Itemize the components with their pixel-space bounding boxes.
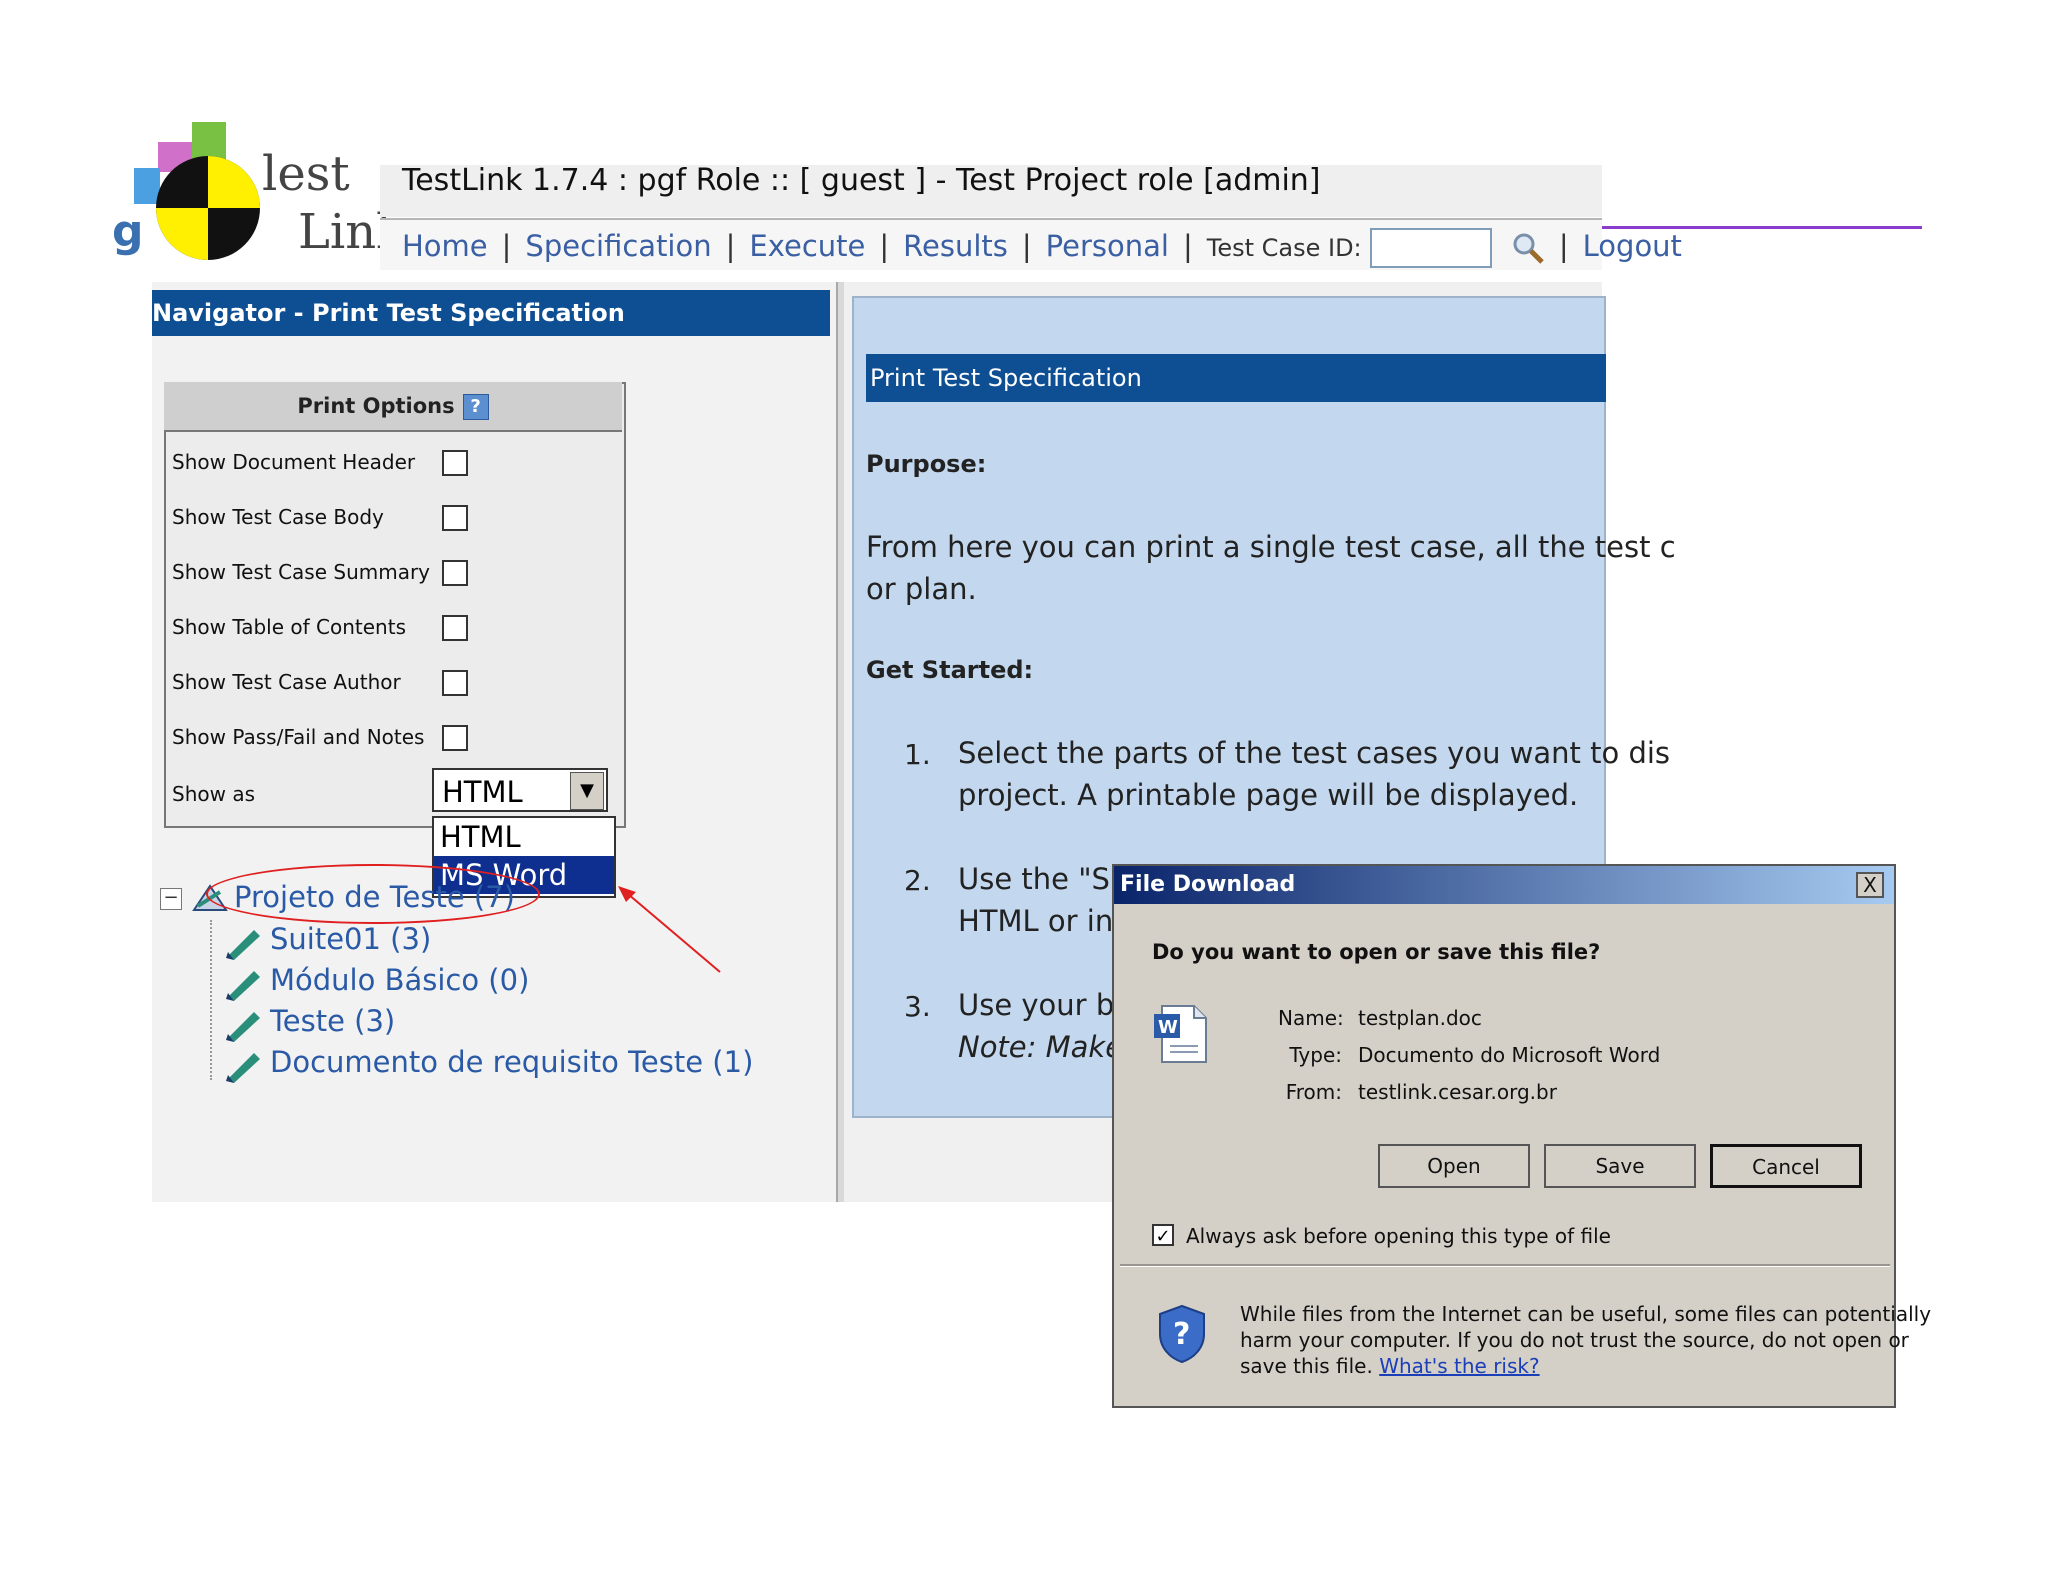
security-shield-icon: ? xyxy=(1159,1304,1205,1364)
dialog-question: Do you want to open or save this file? xyxy=(1152,940,1601,964)
option-label: Show Test Case Author xyxy=(172,670,401,694)
step-number: 2. xyxy=(904,864,931,897)
logo-text-test: lest xyxy=(262,146,350,202)
suite-icon xyxy=(226,1053,260,1083)
cancel-button[interactable]: Cancel xyxy=(1710,1144,1862,1188)
accent-line xyxy=(1602,226,1922,229)
option-label: Show Pass/Fail and Notes xyxy=(172,725,425,749)
svg-text:?: ? xyxy=(1173,1317,1190,1352)
annotation-ellipse xyxy=(206,864,540,924)
show-as-label: Show as xyxy=(172,782,255,806)
option-show-document-header: Show Document Header xyxy=(172,442,612,482)
show-table-of-contents-checkbox[interactable] xyxy=(442,615,468,641)
get-started-label: Get Started: xyxy=(866,656,1034,684)
show-test-case-summary-checkbox[interactable] xyxy=(442,560,468,586)
show-as-value: HTML xyxy=(442,775,523,809)
name-label: Name: xyxy=(1278,1006,1344,1030)
tree-item-documento-requisito[interactable]: Documento de requisito Teste (1) xyxy=(270,1045,753,1079)
show-as-select[interactable]: HTML ▼ xyxy=(432,768,608,812)
step-number: 1. xyxy=(904,738,931,771)
name-value: testplan.doc xyxy=(1358,1006,1482,1030)
print-options-title: Print Options xyxy=(297,394,455,418)
type-label: Type: xyxy=(1289,1043,1342,1067)
whats-the-risk-link[interactable]: What's the risk? xyxy=(1379,1354,1539,1378)
nav-results[interactable]: Results xyxy=(903,229,1008,263)
dropdown-option-html[interactable]: HTML xyxy=(434,818,614,856)
option-label: Show Test Case Body xyxy=(172,505,384,529)
warning-line2: harm your computer. If you do not trust … xyxy=(1240,1328,1909,1352)
dialog-title: File Download xyxy=(1120,872,1296,897)
option-label: Show Test Case Summary xyxy=(172,560,431,584)
warning-line1: While files from the Internet can be use… xyxy=(1240,1302,1932,1326)
svg-text:g: g xyxy=(112,206,144,257)
option-label: Show Document Header xyxy=(172,450,416,474)
save-button[interactable]: Save xyxy=(1544,1144,1696,1188)
purpose-label: Purpose: xyxy=(866,450,987,478)
suite-icon xyxy=(226,930,260,960)
option-show-test-case-author: Show Test Case Author xyxy=(172,662,612,702)
always-ask-label: Always ask before opening this type of f… xyxy=(1186,1224,1611,1248)
show-test-case-body-checkbox[interactable] xyxy=(442,505,468,531)
option-show-pass-fail-notes: Show Pass/Fail and Notes xyxy=(172,717,612,757)
suite-icon xyxy=(226,1012,260,1042)
dialog-separator xyxy=(1120,1264,1890,1267)
navigator-header: Navigator - Print Test Specification xyxy=(152,290,830,336)
tree-collapse-toggle[interactable]: − xyxy=(160,888,182,910)
option-show-test-case-summary: Show Test Case Summary xyxy=(172,552,612,592)
tree-item-modulo-basico[interactable]: Módulo Básico (0) xyxy=(270,963,529,997)
from-value: testlink.cesar.org.br xyxy=(1358,1080,1557,1104)
tree-item-suite01[interactable]: Suite01 (3) xyxy=(270,922,431,956)
step-2-line1: Use the "Sh xyxy=(958,862,1129,896)
search-icon[interactable] xyxy=(1511,231,1545,265)
step-3-line2: Note: Make xyxy=(958,1030,1124,1064)
option-label: Show Table of Contents xyxy=(172,615,406,639)
suite-icon xyxy=(226,971,260,1001)
content-header: Print Test Specification xyxy=(866,354,1606,402)
step-number: 3. xyxy=(904,990,931,1023)
show-pass-fail-notes-checkbox[interactable] xyxy=(442,725,468,751)
show-test-case-author-checkbox[interactable] xyxy=(442,670,468,696)
chevron-down-icon[interactable]: ▼ xyxy=(570,772,604,810)
frame-divider[interactable] xyxy=(836,282,844,1202)
annotation-arrow xyxy=(618,886,721,973)
option-show-table-of-contents: Show Table of Contents xyxy=(172,607,612,647)
nav-execute[interactable]: Execute xyxy=(749,229,865,263)
dialog-title-bar[interactable]: File Download xyxy=(1114,866,1894,904)
type-value: Documento do Microsoft Word xyxy=(1358,1043,1661,1067)
close-icon[interactable]: X xyxy=(1856,872,1884,898)
word-document-icon: W xyxy=(1154,1005,1207,1063)
svg-text:W: W xyxy=(1158,1017,1178,1038)
print-options-header: Print Options? xyxy=(164,382,622,432)
test-case-id-label: Test Case ID: xyxy=(1206,234,1362,262)
always-ask-checkbox[interactable]: ✓ xyxy=(1152,1224,1174,1247)
step-1-line1: Select the parts of the test cases you w… xyxy=(958,736,1671,770)
help-icon[interactable]: ? xyxy=(462,394,489,420)
page-title: TestLink 1.7.4 : pgf Role :: [ guest ] -… xyxy=(402,163,1321,198)
open-button[interactable]: Open xyxy=(1378,1144,1530,1188)
from-label: From: xyxy=(1285,1080,1342,1104)
nav-logout[interactable]: Logout xyxy=(1583,229,1682,263)
nav-home[interactable]: Home xyxy=(402,229,488,263)
option-show-test-case-body: Show Test Case Body xyxy=(172,497,612,537)
tree-line xyxy=(210,920,212,1080)
warning-line3: save this file. What's the risk? xyxy=(1240,1354,1540,1378)
purpose-text-line1: From here you can print a single test ca… xyxy=(866,530,1676,564)
purpose-text-line2: or plan. xyxy=(866,572,977,606)
show-document-header-checkbox[interactable] xyxy=(442,450,468,476)
nav-specification[interactable]: Specification xyxy=(525,229,711,263)
step-1-line2: project. A printable page will be displa… xyxy=(958,778,1579,812)
step-2-line2: HTML or in xyxy=(958,904,1114,938)
main-nav: Home | Specification | Execute | Results | Perso… xyxy=(402,228,1682,268)
nav-personal[interactable]: Personal xyxy=(1046,229,1169,263)
test-case-id-input[interactable] xyxy=(1369,228,1492,268)
testlink-logo: g lest Link xyxy=(112,118,405,268)
warning-line3-text: save this file. xyxy=(1240,1354,1373,1378)
tree-item-teste[interactable]: Teste (3) xyxy=(270,1004,395,1038)
